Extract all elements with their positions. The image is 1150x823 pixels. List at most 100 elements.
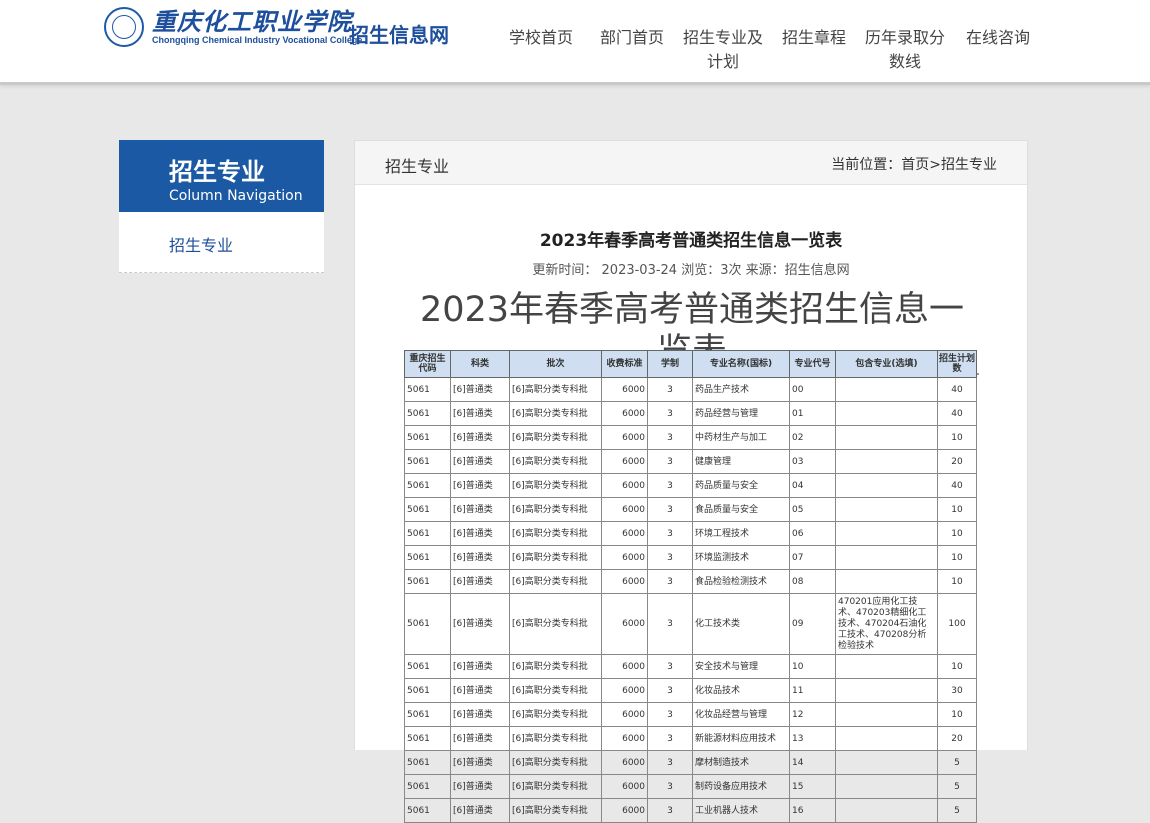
table-cell: 5 [937,774,977,799]
table-cell: 3 [647,545,693,570]
table-cell [835,750,938,775]
table-cell: [6]高职分类专科批 [509,702,602,727]
table-cell [835,569,938,594]
column-header: 学制 [647,350,693,378]
table-cell: 06 [789,521,836,546]
sidebar-header: 招生专业 Column Navigation [119,140,324,212]
nav-online-consult[interactable]: 在线咨询 [963,26,1033,50]
table-cell [835,401,938,426]
table-cell: 03 [789,449,836,474]
breadcrumb[interactable]: 当前位置：首页>招生专业 [831,154,997,174]
table-cell: 3 [647,702,693,727]
table-cell: 20 [937,726,977,751]
section-bar: 招生专业 当前位置：首页>招生专业 [355,141,1027,185]
table-cell: 5061 [404,654,451,679]
table-cell: 10 [937,654,977,679]
table-cell: [6]普通类 [450,593,510,655]
table-cell: 3 [647,569,693,594]
table-cell: [6]普通类 [450,726,510,751]
table-cell: 5061 [404,473,451,498]
table-cell: 化妆品经营与管理 [692,702,790,727]
table-cell: 5061 [404,774,451,799]
table-cell: 5061 [404,569,451,594]
college-logo[interactable]: 重庆化工职业学院 Chongqing Chemical Industry Voc… [104,6,362,48]
table-cell [835,497,938,522]
table-cell [835,425,938,450]
table-cell: 5061 [404,678,451,703]
table-cell: [6]高职分类专科批 [509,678,602,703]
table-cell: 药品经营与管理 [692,401,790,426]
article-meta: 更新时间： 2023-03-24 浏览：3次 来源：招生信息网 [532,263,850,278]
table-cell: 5061 [404,449,451,474]
nav-score-lines[interactable]: 历年录取分数线 [864,26,946,74]
nav-majors-plan[interactable]: 招生专业及计划 [682,26,764,74]
table-cell: [6]高职分类专科批 [509,798,602,823]
table-cell: 5061 [404,401,451,426]
nav-school-home[interactable]: 学校首页 [505,26,577,50]
table-cell: 5061 [404,497,451,522]
nav-admission-rules[interactable]: 招生章程 [779,26,849,50]
table-row: 5061 [6]普通类 [6]高职分类专科批 6000 3 药品经营与管理 01 40 [404,401,977,426]
column-header: 批次 [509,350,602,378]
table-cell: 6000 [601,726,648,751]
table-row: 5061 [6]普通类 [6]高职分类专科批 6000 3 食品质量与安全 05 10 [404,497,977,522]
table-cell: 40 [937,473,977,498]
table-cell: 6000 [601,473,648,498]
table-cell: 健康管理 [692,449,790,474]
table-cell: 3 [647,425,693,450]
table-cell: 10 [937,569,977,594]
table-cell [835,702,938,727]
column-header: 科类 [450,350,510,378]
table-cell [835,678,938,703]
table-cell: 3 [647,449,693,474]
table-cell: 3 [647,774,693,799]
table-row: 5061 [6]普通类 [6]高职分类专科批 6000 3 制药设备应用技术 15 5 [404,774,977,799]
table-row: 5061 [6]普通类 [6]高职分类专科批 6000 3 化工技术类 09 470201应用… [404,593,977,655]
table-cell: [6]高职分类专科批 [509,750,602,775]
logo-chinese-name: 重庆化工职业学院 [152,7,352,36]
table-cell: 5061 [404,593,451,655]
nav-department-home[interactable]: 部门首页 [596,26,668,50]
table-cell: 16 [789,798,836,823]
sidebar-title: 招生专业 [169,158,265,186]
table-cell: 100 [937,593,977,655]
nav-label: 历年录取分数线 [864,28,945,71]
table-cell: 食品检验检测技术 [692,569,790,594]
table-cell: 01 [789,401,836,426]
table-cell: 3 [647,401,693,426]
table-cell: 6000 [601,774,648,799]
table-cell: [6]高职分类专科批 [509,449,602,474]
table-cell: 40 [937,401,977,426]
table-row: 5061 [6]普通类 [6]高职分类专科批 6000 3 工业机器人技术 16 5 [404,798,977,823]
table-cell: [6]普通类 [450,798,510,823]
article-title: 2023年春季高考普通类招生信息一览表 [539,231,843,251]
table-cell: 3 [647,593,693,655]
table-cell: [6]高职分类专科批 [509,569,602,594]
table-cell: 环境工程技术 [692,521,790,546]
sidebar-item-majors[interactable]: 招生专业 [169,232,233,256]
table-row: 5061 [6]普通类 [6]高职分类专科批 6000 3 食品检验检测技术 08 10 [404,569,977,594]
table-cell: 04 [789,473,836,498]
table-cell: 6000 [601,654,648,679]
table-cell: 5 [937,750,977,775]
table-cell: 10 [937,545,977,570]
table-cell: 05 [789,497,836,522]
table-cell: [6]普通类 [450,678,510,703]
table-cell: 02 [789,425,836,450]
table-cell: 3 [647,377,693,402]
table-cell: 11 [789,678,836,703]
table-cell: 化妆品技术 [692,678,790,703]
table-cell: [6]高职分类专科批 [509,473,602,498]
column-header: 招生计划数 [937,350,977,378]
table-cell: 6000 [601,545,648,570]
table-cell: [6]普通类 [450,702,510,727]
table-cell: 6000 [601,593,648,655]
table-cell: 6000 [601,702,648,727]
site-name: 招生信息网 [349,23,449,47]
table-cell: [6]高职分类专科批 [509,726,602,751]
table-cell: [6]高职分类专科批 [509,654,602,679]
table-cell: 摩材制造技术 [692,750,790,775]
table-cell: 5061 [404,702,451,727]
table-cell: 中药材生产与加工 [692,425,790,450]
table-cell: 3 [647,521,693,546]
